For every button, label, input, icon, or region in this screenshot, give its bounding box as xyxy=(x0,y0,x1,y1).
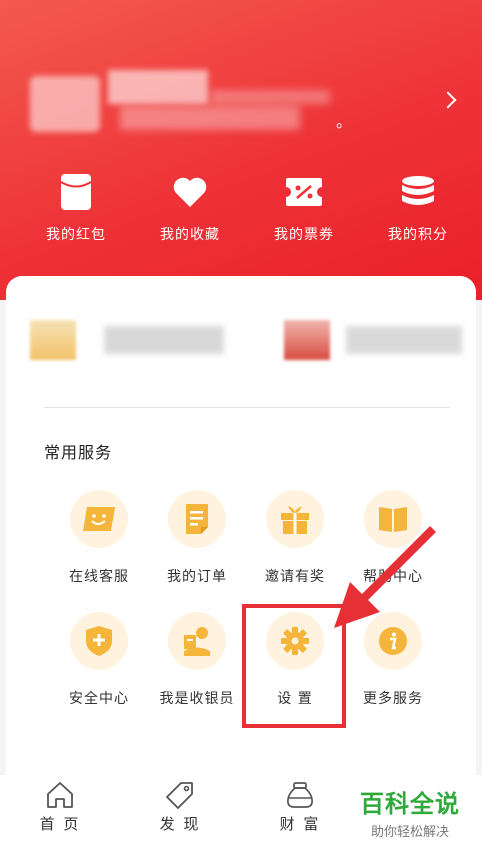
section-title: 常用服务 xyxy=(44,443,113,462)
tab-discover[interactable]: 发 现 xyxy=(120,775,240,845)
service-label: 更多服务 xyxy=(363,691,423,707)
quick-item-label: 我的收藏 xyxy=(160,227,220,243)
service-label: 安全中心 xyxy=(69,691,129,707)
blurred-promo-left[interactable] xyxy=(30,316,230,366)
tab-label: 发 现 xyxy=(159,815,201,833)
watermark-subtitle: 助你轻松解决 xyxy=(370,825,449,840)
quick-item-coupons[interactable]: 我的票券 xyxy=(247,172,361,244)
points-coins-icon xyxy=(398,172,438,212)
quick-item-favorites[interactable]: 我的收藏 xyxy=(133,172,247,244)
quick-item-points[interactable]: 我的积分 xyxy=(361,172,475,244)
quick-item-label: 我的积分 xyxy=(388,227,448,243)
coupon-icon xyxy=(284,172,324,212)
watermark: 百科全说 助你轻松解决 xyxy=(360,784,460,840)
quick-item-label: 我的红包 xyxy=(46,227,106,243)
service-cashier[interactable]: 我是收银员 xyxy=(148,612,246,734)
home-icon xyxy=(47,782,73,808)
tag-icon xyxy=(166,782,193,809)
service-security-center[interactable]: 安全中心 xyxy=(50,612,148,734)
divider xyxy=(44,407,450,408)
annotation-arrow-icon xyxy=(334,526,436,628)
watermark-title: 百科全说 xyxy=(360,790,460,818)
gift-icon xyxy=(266,490,324,548)
service-label: 在线客服 xyxy=(69,569,129,585)
quick-item-label: 我的票券 xyxy=(274,227,334,243)
order-document-icon xyxy=(168,490,226,548)
blurred-profile-info[interactable] xyxy=(30,70,350,136)
quick-item-red-packet[interactable]: 我的红包 xyxy=(19,172,133,244)
service-label: 我的订单 xyxy=(167,569,227,585)
header-banner: 。 我的红包 我的收藏 我的票券 我的积分 xyxy=(0,0,482,300)
customer-service-icon xyxy=(70,490,128,548)
service-label: 邀请有奖 xyxy=(265,569,325,585)
tab-label: 财 富 xyxy=(279,815,321,833)
tab-label: 首 页 xyxy=(39,815,81,833)
service-label: 我是收银员 xyxy=(159,691,235,707)
service-my-orders[interactable]: 我的订单 xyxy=(148,490,246,612)
shield-plus-icon xyxy=(70,612,128,670)
money-bag-icon xyxy=(287,782,313,808)
blurred-promo-right[interactable] xyxy=(284,316,474,366)
quick-actions: 我的红包 我的收藏 我的票券 我的积分 xyxy=(0,172,482,244)
profile-suffix: 。 xyxy=(336,112,353,131)
service-online-support[interactable]: 在线客服 xyxy=(50,490,148,612)
heart-icon xyxy=(170,172,210,212)
tab-wealth[interactable]: 财 富 xyxy=(240,775,360,845)
red-packet-icon xyxy=(56,172,96,212)
chevron-right-icon[interactable] xyxy=(439,91,457,109)
avatar xyxy=(30,76,100,132)
tab-home[interactable]: 首 页 xyxy=(0,775,120,845)
cashier-person-icon xyxy=(168,612,226,670)
